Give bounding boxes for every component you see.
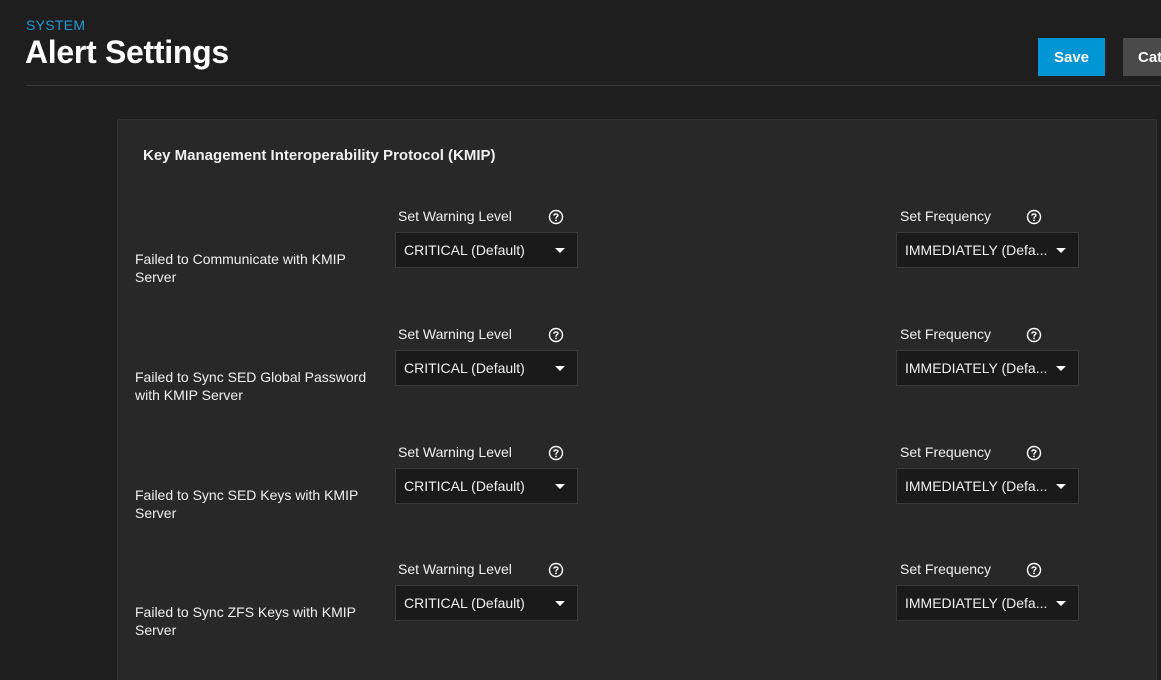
alert-name: Failed to Sync ZFS Keys with KMIP Server — [135, 604, 356, 638]
frequency-value: IMMEDIATELY (Defa... — [905, 595, 1048, 611]
frequency-value: IMMEDIATELY (Defa... — [905, 478, 1048, 494]
warning-level-label: Set Warning Level — [398, 561, 512, 577]
help-circle-icon[interactable] — [1026, 209, 1042, 225]
page-header: SYSTEM Alert Settings Save Cat — [0, 0, 1161, 86]
warning-level-value: CRITICAL (Default) — [404, 595, 525, 611]
warning-level-value: CRITICAL (Default) — [404, 242, 525, 258]
frequency-select[interactable]: IMMEDIATELY (Defa... — [896, 232, 1079, 268]
card-title: Key Management Interoperability Protocol… — [143, 147, 496, 164]
save-button[interactable]: Save — [1038, 38, 1105, 76]
frequency-label: Set Frequency — [900, 444, 992, 460]
alert-row: Failed to Sync SED Global Password with … — [118, 326, 1156, 436]
frequency-label: Set Frequency — [900, 208, 992, 224]
help-circle-icon[interactable] — [548, 562, 564, 578]
alert-name: Failed to Sync SED Keys with KMIP Server — [135, 487, 359, 521]
alert-row: Failed to Sync ZFS Keys with KMIP Server… — [118, 561, 1156, 671]
caret-down-icon — [1056, 601, 1066, 606]
frequency-select[interactable]: IMMEDIATELY (Defa... — [896, 350, 1079, 386]
help-circle-icon[interactable] — [1026, 327, 1042, 343]
warning-level-label: Set Warning Level — [398, 444, 512, 460]
kmip-alert-card: Key Management Interoperability Protocol… — [117, 119, 1157, 680]
alert-name: Failed to Sync SED Global Password with … — [135, 369, 367, 403]
frequency-select[interactable]: IMMEDIATELY (Defa... — [896, 585, 1079, 621]
breadcrumb[interactable]: SYSTEM — [26, 17, 85, 33]
frequency-label: Set Frequency — [900, 326, 992, 342]
caret-down-icon — [555, 601, 565, 606]
page-title: Alert Settings — [25, 34, 229, 70]
frequency-value: IMMEDIATELY (Defa... — [905, 242, 1048, 258]
help-circle-icon[interactable] — [548, 445, 564, 461]
warning-level-select[interactable]: CRITICAL (Default) — [395, 585, 578, 621]
warning-level-label: Set Warning Level — [398, 208, 512, 224]
categories-button[interactable]: Cat — [1123, 38, 1161, 76]
caret-down-icon — [555, 484, 565, 489]
help-circle-icon[interactable] — [1026, 562, 1042, 578]
frequency-value: IMMEDIATELY (Defa... — [905, 360, 1048, 376]
frequency-select[interactable]: IMMEDIATELY (Defa... — [896, 468, 1079, 504]
caret-down-icon — [1056, 484, 1066, 489]
alert-row: Failed to Sync SED Keys with KMIP Server… — [118, 444, 1156, 554]
warning-level-select[interactable]: CRITICAL (Default) — [395, 350, 578, 386]
frequency-label: Set Frequency — [900, 561, 992, 577]
warning-level-value: CRITICAL (Default) — [404, 478, 525, 494]
alert-row: Failed to Communicate with KMIP Server S… — [118, 208, 1156, 318]
help-circle-icon[interactable] — [548, 209, 564, 225]
warning-level-select[interactable]: CRITICAL (Default) — [395, 232, 578, 268]
help-circle-icon[interactable] — [548, 327, 564, 343]
caret-down-icon — [1056, 248, 1066, 253]
header-divider — [26, 85, 1161, 86]
caret-down-icon — [555, 366, 565, 371]
caret-down-icon — [555, 248, 565, 253]
warning-level-select[interactable]: CRITICAL (Default) — [395, 468, 578, 504]
warning-level-label: Set Warning Level — [398, 326, 512, 342]
alert-settings-page: SYSTEM Alert Settings Save Cat Key Manag… — [0, 0, 1161, 680]
warning-level-value: CRITICAL (Default) — [404, 360, 525, 376]
alert-name: Failed to Communicate with KMIP Server — [135, 251, 346, 285]
help-circle-icon[interactable] — [1026, 445, 1042, 461]
caret-down-icon — [1056, 366, 1066, 371]
